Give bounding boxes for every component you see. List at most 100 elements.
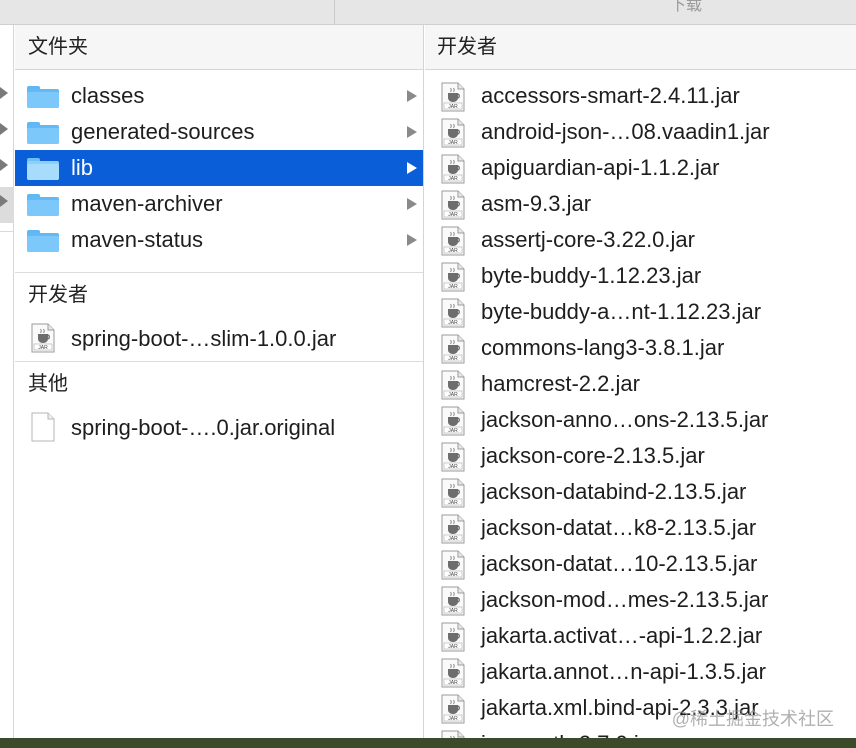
jar-file-icon: JAR (441, 586, 465, 616)
svg-text:JAR: JAR (448, 320, 458, 326)
folder-icon (27, 194, 59, 216)
jar-file-icon-graphic: JAR (441, 262, 465, 292)
jar-file-item[interactable]: JAR hamcrest-2.2.jar (425, 366, 856, 402)
svg-text:JAR: JAR (448, 536, 458, 542)
svg-text:JAR: JAR (448, 608, 458, 614)
jar-file-list: JAR accessors-smart-2.4.11.jar JAR andro… (425, 78, 856, 748)
jar-file-item[interactable]: JAR jakarta.annot…n-api-1.3.5.jar (425, 654, 856, 690)
jar-file-item[interactable]: JAR byte-buddy-1.12.23.jar (425, 258, 856, 294)
svg-text:JAR: JAR (448, 500, 458, 506)
jar-file-icon: JAR (441, 514, 465, 544)
jar-file-icon-graphic: JAR (441, 154, 465, 184)
jar-file-icon: JAR (441, 82, 465, 112)
jar-file-icon: JAR (441, 622, 465, 652)
jar-file-item[interactable]: JAR commons-lang3-3.8.1.jar (425, 330, 856, 366)
file-label: hamcrest-2.2.jar (481, 371, 640, 396)
folder-label: lib (71, 155, 94, 180)
section-header-other: 其他 (28, 373, 68, 395)
jar-file-item[interactable]: JAR jakarta.activat…-api-1.2.2.jar (425, 618, 856, 654)
chevron-right-icon (407, 90, 417, 102)
chevron-right-icon (0, 123, 8, 135)
folder-column: 文件夹 classes generated-sources lib maven-… (15, 25, 424, 748)
folder-label: classes (71, 83, 145, 108)
file-label: byte-buddy-a…nt-1.12.23.jar (481, 299, 762, 324)
jar-file-icon-graphic: JAR (441, 622, 465, 652)
jar-file-icon: JAR (441, 190, 465, 220)
jar-file-icon: JAR (441, 406, 465, 436)
svg-text:JAR: JAR (38, 345, 48, 351)
chevron-right-icon (407, 198, 417, 210)
jar-file-item[interactable]: JAR jackson-datat…10-2.13.5.jar (425, 546, 856, 582)
folder-item-maven-archiver[interactable]: maven-archiver (15, 186, 423, 222)
jar-file-icon-graphic: JAR (441, 550, 465, 580)
jar-file-icon: JAR (441, 442, 465, 472)
folder-item-classes[interactable]: classes (15, 78, 423, 114)
jar-file-icon-graphic: JAR (441, 298, 465, 328)
svg-text:JAR: JAR (448, 716, 458, 722)
chevron-right-icon (0, 195, 8, 207)
chevron-right-icon (0, 159, 8, 171)
jar-file-icon-graphic: JAR (441, 442, 465, 472)
jar-file-icon-graphic: JAR (441, 658, 465, 688)
jar-file-icon: JAR (441, 226, 465, 256)
jar-file-icon-graphic: JAR (441, 82, 465, 112)
file-item-spring-boot-original[interactable]: spring-boot-….0.jar.original (15, 406, 423, 450)
document-icon (31, 412, 55, 442)
file-label: spring-boot-…slim-1.0.0.jar (71, 326, 337, 351)
jar-file-icon: JAR (441, 118, 465, 148)
jar-file-icon: JAR (441, 478, 465, 508)
file-label: jackson-anno…ons-2.13.5.jar (481, 407, 769, 432)
jar-file-item[interactable]: JAR byte-buddy-a…nt-1.12.23.jar (425, 294, 856, 330)
jar-file-item[interactable]: JAR apiguardian-api-1.1.2.jar (425, 150, 856, 186)
file-label: assertj-core-3.22.0.jar (481, 227, 695, 252)
svg-text:JAR: JAR (448, 644, 458, 650)
file-label: byte-buddy-1.12.23.jar (481, 263, 702, 288)
jar-file-item[interactable]: JAR jackson-mod…mes-2.13.5.jar (425, 582, 856, 618)
jar-file-item[interactable]: JAR accessors-smart-2.4.11.jar (425, 78, 856, 114)
svg-text:JAR: JAR (448, 428, 458, 434)
folder-label: generated-sources (71, 119, 255, 144)
jar-file-icon: JAR (441, 334, 465, 364)
file-label: apiguardian-api-1.1.2.jar (481, 155, 720, 180)
jar-file-icon-graphic: JAR (441, 514, 465, 544)
svg-text:JAR: JAR (448, 176, 458, 182)
jar-file-item[interactable]: JAR asm-9.3.jar (425, 186, 856, 222)
previous-column[interactable] (0, 25, 14, 748)
svg-text:JAR: JAR (448, 392, 458, 398)
svg-text:JAR: JAR (448, 464, 458, 470)
jar-file-icon-graphic: JAR (31, 323, 55, 353)
watermark: @稀土掘金技术社区 (671, 709, 834, 729)
file-label: commons-lang3-3.8.1.jar (481, 335, 725, 360)
folder-item-generated-sources[interactable]: generated-sources (15, 114, 423, 150)
chevron-right-icon (0, 87, 8, 99)
jar-file-item[interactable]: JAR jackson-anno…ons-2.13.5.jar (425, 402, 856, 438)
folder-item-lib[interactable]: lib (15, 150, 423, 186)
file-label: android-json-…08.vaadin1.jar (481, 119, 770, 144)
jar-file-icon-graphic: JAR (441, 334, 465, 364)
jar-file-icon-graphic: JAR (441, 694, 465, 724)
jar-file-icon: JAR (441, 658, 465, 688)
jar-file-icon: JAR (441, 550, 465, 580)
folder-item-maven-status[interactable]: maven-status (15, 222, 423, 258)
file-label: jakarta.activat…-api-1.2.2.jar (481, 623, 763, 648)
file-label: jackson-databind-2.13.5.jar (481, 479, 747, 504)
jar-file-icon-graphic: JAR (441, 406, 465, 436)
jar-file-icon-graphic: JAR (441, 190, 465, 220)
jar-file-item[interactable]: JAR jackson-databind-2.13.5.jar (425, 474, 856, 510)
jar-file-item[interactable]: JAR jackson-core-2.13.5.jar (425, 438, 856, 474)
desktop-background-strip (0, 738, 856, 748)
file-label: jackson-datat…10-2.13.5.jar (481, 551, 758, 576)
jar-file-icon: JAR (441, 154, 465, 184)
chevron-right-icon (407, 162, 417, 174)
document-icon-graphic (31, 412, 55, 442)
file-label: jakarta.annot…n-api-1.3.5.jar (481, 659, 766, 684)
jar-file-item[interactable]: JAR jackson-datat…k8-2.13.5.jar (425, 510, 856, 546)
file-item-spring-boot-slim-jar[interactable]: JAR spring-boot-…slim-1.0.0.jar (15, 317, 423, 361)
jar-file-item[interactable]: JAR android-json-…08.vaadin1.jar (425, 114, 856, 150)
jar-file-icon: JAR (441, 694, 465, 724)
file-label: jackson-datat…k8-2.13.5.jar (481, 515, 757, 540)
svg-text:JAR: JAR (448, 356, 458, 362)
jar-file-item[interactable]: JAR assertj-core-3.22.0.jar (425, 222, 856, 258)
jar-file-icon: JAR (441, 298, 465, 328)
jar-file-icon-graphic: JAR (441, 118, 465, 148)
